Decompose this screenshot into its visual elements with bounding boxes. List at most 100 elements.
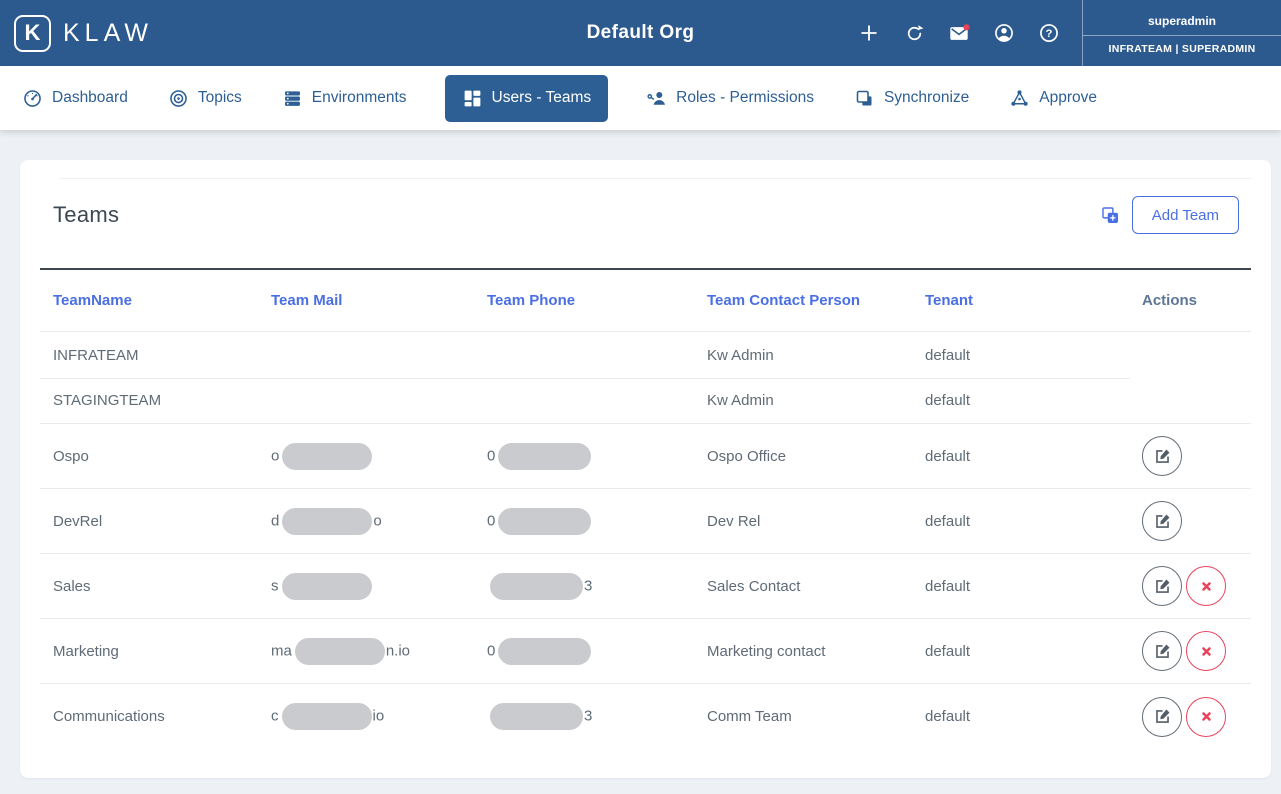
edit-team-button[interactable] <box>1142 631 1182 671</box>
environments-server-icon <box>284 90 300 106</box>
table-row: Marketing ma n.io 0 Marketing contact def… <box>40 619 1251 684</box>
top-header-bar: K KLAW Default Org ? superadmin INFRATEA… <box>0 0 1281 66</box>
tenant-cell: default <box>925 577 971 595</box>
tab-topics[interactable]: Topics <box>166 75 244 122</box>
svg-text:?: ? <box>1046 28 1053 40</box>
synchronize-copy-icon <box>856 90 872 105</box>
contact-cell: Ospo Office <box>707 447 786 465</box>
mail-icon[interactable] <box>948 22 970 44</box>
add-team-button[interactable]: Add Team <box>1131 196 1239 234</box>
redaction-pill <box>294 637 385 665</box>
contact-cell: Dev Rel <box>707 512 761 530</box>
users-teams-grid-icon <box>464 90 480 106</box>
roles-permissions-key-user-icon <box>647 91 666 105</box>
mail-prefix: o <box>271 446 280 464</box>
team-name-cell: STAGINGTEAM <box>53 392 162 409</box>
redaction-pill <box>490 703 583 730</box>
table-header-row: TeamName Team Mail Team Phone Team Conta… <box>40 268 1251 332</box>
team-name-cell: DevRel <box>53 512 103 530</box>
col-team-phone: Team Phone <box>487 292 576 309</box>
topics-target-icon <box>170 89 187 107</box>
mail-suffix: io <box>372 707 385 725</box>
table-row: DevRel do 0 Dev Rel default <box>40 489 1251 554</box>
redaction-pill <box>498 637 592 665</box>
approve-network-icon <box>1011 89 1028 106</box>
team-name-cell: Communications <box>53 708 165 725</box>
mail-prefix: c <box>271 707 279 725</box>
main-nav: Dashboard Topics Environments Users - Te… <box>0 66 1281 130</box>
team-mail-cell: ma n.io <box>271 637 487 665</box>
tab-roles-permissions[interactable]: Roles - Permissions <box>644 75 816 122</box>
actions-cell <box>1142 566 1251 606</box>
tenant-cell: default <box>925 642 971 660</box>
tab-label: Synchronize <box>883 89 970 106</box>
col-actions: Actions <box>1142 292 1198 309</box>
tab-label: Topics <box>197 89 242 106</box>
tenant-cell: default <box>925 447 971 465</box>
brand-logo[interactable]: K KLAW <box>0 14 153 52</box>
redaction-pill <box>498 442 592 470</box>
team-mail-cell: s <box>271 572 487 600</box>
contact-cell: Marketing contact <box>707 642 826 660</box>
tab-label: Users - Teams <box>491 89 592 106</box>
klaw-logo-icon: K <box>14 14 51 52</box>
user-menu[interactable]: superadmin INFRATEAM | SUPERADMIN <box>1082 0 1281 66</box>
teams-card: Teams Add Team TeamName Team Mail Team P… <box>20 160 1271 778</box>
team-name-cell: Ospo <box>53 447 89 465</box>
team-name-cell: INFRATEAM <box>53 346 139 364</box>
team-phone-cell: 0 <box>487 442 707 470</box>
table-row: Ospo o 0 Ospo Office default <box>40 424 1251 489</box>
redaction-pill <box>490 572 583 600</box>
teams-table: TeamName Team Mail Team Phone Team Conta… <box>40 268 1251 749</box>
mail-suffix: n.io <box>385 641 411 659</box>
table-row: STAGINGTEAM Kw Admin default <box>40 378 1251 424</box>
tab-users-teams[interactable]: Users - Teams <box>444 74 609 122</box>
tab-label: Approve <box>1039 89 1097 106</box>
actions-cell <box>1142 696 1251 737</box>
edit-team-button[interactable] <box>1142 436 1182 476</box>
account-icon[interactable] <box>993 22 1015 44</box>
contact-cell: Sales Contact <box>707 577 801 595</box>
redaction-pill <box>281 572 372 600</box>
edit-team-button[interactable] <box>1142 566 1182 606</box>
redaction-pill <box>282 507 373 535</box>
refresh-icon[interactable] <box>903 22 925 44</box>
phone-prefix: 0 <box>487 511 496 529</box>
redaction-pill <box>281 703 372 730</box>
col-tenant: Tenant <box>925 292 974 309</box>
tab-label: Environments <box>311 89 407 106</box>
unread-badge <box>963 23 970 30</box>
tab-environments[interactable]: Environments <box>280 75 409 122</box>
edit-team-button[interactable] <box>1142 501 1182 541</box>
mail-prefix: d <box>271 511 280 529</box>
edit-team-button[interactable] <box>1142 696 1182 737</box>
tab-label: Dashboard <box>52 89 128 106</box>
username: superadmin <box>1083 8 1281 36</box>
tenant-cell: default <box>925 512 971 530</box>
mail-prefix: ma <box>271 641 292 659</box>
actions-cell <box>1142 436 1251 476</box>
tenant-cell: default <box>925 708 971 725</box>
tenant-cell: default <box>925 346 971 364</box>
table-row: Sales s 3 Sales Contact default <box>40 554 1251 619</box>
team-phone-cell: 3 <box>487 703 707 730</box>
contact-cell: Comm Team <box>707 708 792 725</box>
delete-team-button[interactable] <box>1186 566 1226 606</box>
tab-dashboard[interactable]: Dashboard <box>20 75 130 122</box>
redaction-pill <box>282 442 373 470</box>
table-row: INFRATEAM Kw Admin default <box>40 332 1251 379</box>
brand-name: KLAW <box>63 18 153 47</box>
help-icon[interactable]: ? <box>1038 22 1060 44</box>
page-title: Teams <box>53 202 120 227</box>
phone-prefix: 0 <box>487 446 496 464</box>
delete-team-button[interactable] <box>1186 631 1226 671</box>
mail-prefix: s <box>271 576 279 594</box>
col-contact-person: Team Contact Person <box>707 292 861 309</box>
tab-approve[interactable]: Approve <box>1007 75 1099 122</box>
team-mail-cell: c io <box>271 703 487 730</box>
delete-team-button[interactable] <box>1186 696 1226 737</box>
team-phone-cell: 0 <box>487 637 707 665</box>
plus-icon[interactable] <box>858 22 880 44</box>
table-row: Communications c io 3 Comm Team default <box>40 684 1251 749</box>
tab-synchronize[interactable]: Synchronize <box>852 75 971 122</box>
